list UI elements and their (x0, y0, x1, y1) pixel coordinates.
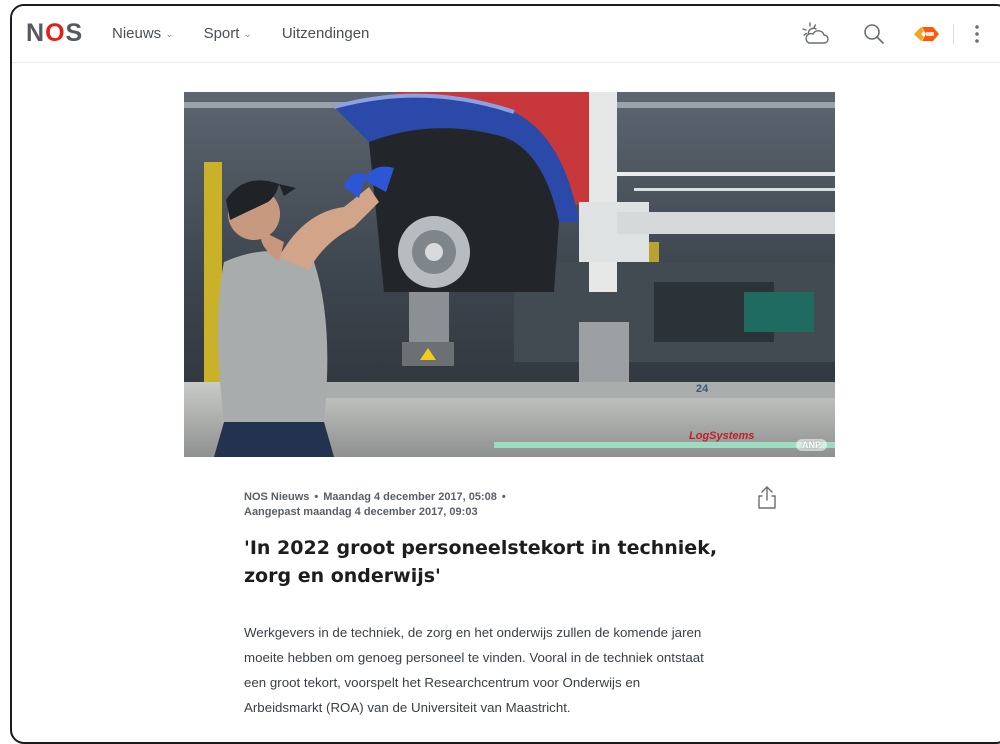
meta-separator: • (314, 491, 319, 503)
station-number: 24 (696, 383, 709, 395)
weather-icon[interactable] (800, 20, 830, 48)
search-icon[interactable] (860, 20, 888, 48)
headline-line: zorg en onderwijs' (244, 565, 441, 587)
more-vertical-icon[interactable] (968, 20, 986, 48)
body-line: Arbeidsmarkt (ROA) van de Universiteit v… (244, 700, 571, 715)
body-line: moeite hebben om genoeg personeel te vin… (244, 650, 704, 665)
npo-start-icon[interactable] (911, 20, 941, 48)
body-line: Werkgevers in de techniek, de zorg en he… (244, 625, 702, 640)
headline-line: 'In 2022 groot personeelstekort in techn… (244, 537, 718, 559)
published-date: Maandag 4 december 2017, 05:08 (323, 491, 497, 503)
top-navigation-bar: NOS Nieuws ⌄ Sport ⌄ Uitzendingen (12, 6, 1000, 63)
logsystems-watermark: LogSystems (689, 430, 754, 442)
meta-line-1: NOS Nieuws • Maandag 4 december 2017, 05:0… (244, 490, 511, 505)
header-divider (953, 24, 954, 44)
share-icon[interactable] (756, 484, 778, 510)
browser-frame: NOS Nieuws ⌄ Sport ⌄ Uitzendingen 24 Log… (10, 4, 1000, 744)
article-body: Werkgevers in de techniek, de zorg en he… (244, 620, 784, 720)
header-icons (12, 20, 1000, 48)
hero-image[interactable]: 24 LogSystems ANP (184, 92, 835, 457)
article-source[interactable]: NOS Nieuws (244, 491, 309, 503)
body-line: een groot tekort, voorspelt het Research… (244, 675, 641, 690)
article-headline: 'In 2022 groot personeelstekort in techn… (244, 534, 744, 590)
article-meta: NOS Nieuws • Maandag 4 december 2017, 05:0… (244, 490, 511, 520)
factory-photo: 24 LogSystems (184, 92, 835, 457)
meta-separator: • (501, 491, 506, 503)
updated-date: Aangepast maandag 4 december 2017, 09:03 (244, 506, 478, 518)
photo-credit-badge: ANP (795, 439, 827, 451)
